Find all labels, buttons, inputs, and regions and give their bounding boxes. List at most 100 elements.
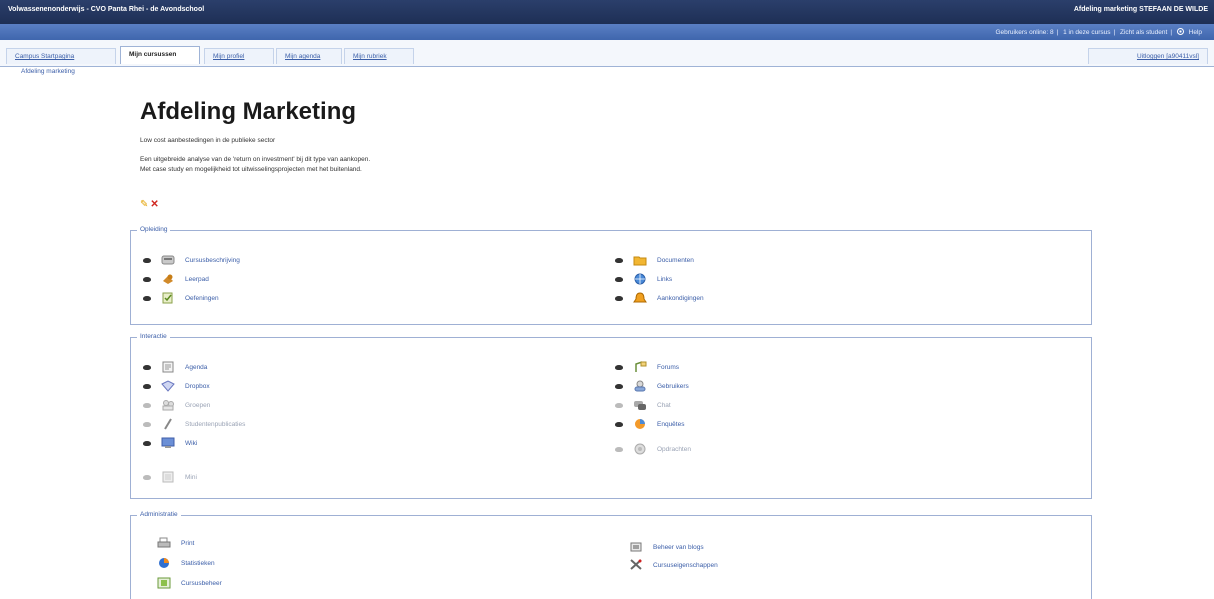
tool-mini[interactable]: Mini [143, 470, 197, 484]
groups-icon [161, 399, 175, 411]
visibility-eye-icon[interactable] [143, 440, 151, 446]
chat-icon [633, 399, 647, 411]
statistics-icon [157, 557, 171, 569]
tool-label: Agenda [185, 363, 208, 371]
blogs-icon [629, 541, 643, 553]
tool-course-settings[interactable]: Cursusbeheer [157, 576, 222, 590]
visibility-eye-icon[interactable] [615, 364, 623, 370]
tool-label: Dropbox [185, 382, 210, 390]
course-subtitle: Low cost aanbestedingen in de publieke s… [140, 137, 276, 144]
section-opleiding: Opleiding Cursusbeschrijving Leerpad Oef… [130, 226, 1092, 325]
tool-exercises[interactable]: Oefeningen [143, 291, 219, 305]
tool-label: Links [657, 275, 673, 283]
folder-icon [633, 254, 647, 266]
exercises-icon [161, 292, 175, 304]
visibility-eye-icon[interactable] [143, 295, 151, 301]
tool-label: Mini [185, 473, 197, 481]
tool-wiki[interactable]: Wiki [143, 436, 197, 450]
tool-label: Leerpad [185, 275, 209, 283]
in-course-link[interactable]: 1 in deze cursus [1060, 29, 1113, 36]
visibility-eye-icon[interactable] [615, 383, 623, 389]
tool-dropbox[interactable]: Dropbox [143, 379, 210, 393]
tab-bar: Campus Startpagina Mijn cursussen Mijn p… [0, 40, 1214, 67]
tool-assignments[interactable]: Opdrachten [615, 442, 691, 456]
tool-users[interactable]: Gebruikers [615, 379, 689, 393]
course-description-icon [161, 254, 175, 266]
section-administratie: Administratie Print Statistieken Cursusb… [130, 511, 1092, 599]
tool-label: Groepen [185, 401, 211, 409]
visibility-eye-icon[interactable] [615, 446, 623, 452]
tool-student-publications[interactable]: Studentenpublicaties [143, 417, 245, 431]
tab-campus-start[interactable]: Campus Startpagina [6, 48, 116, 64]
delete-icon[interactable]: ✕ [150, 199, 158, 210]
tool-agenda[interactable]: Agenda [143, 360, 207, 374]
tool-label: Oefeningen [185, 294, 219, 302]
tab-my-courses[interactable]: Mijn cursussen [120, 46, 200, 64]
tool-blogs[interactable]: Beheer van blogs [629, 540, 704, 554]
page-title: Afdeling Marketing [140, 98, 357, 125]
tool-label: Chat [657, 401, 671, 409]
tool-course-properties[interactable]: Cursuseigenschappen [629, 558, 718, 572]
section-interactie: Interactie Agenda Dropbox Groepen Studen… [130, 333, 1092, 499]
header-links: Gebruikers online: 8 | 1 in deze cursus | … [992, 27, 1208, 36]
tab-my-profile[interactable]: Mijn profiel [204, 48, 274, 64]
learning-path-icon [161, 273, 175, 285]
course-properties-icon [629, 559, 643, 571]
section-legend: Administratie [137, 511, 181, 518]
tab-my-rubric[interactable]: Mijn rubriek [344, 48, 414, 64]
visibility-eye-icon[interactable] [143, 276, 151, 282]
breadcrumb[interactable]: Afdeling marketing [21, 68, 75, 75]
users-online-link[interactable]: Gebruikers online: 8 [992, 29, 1056, 36]
tool-label: Studentenpublicaties [185, 420, 246, 428]
tool-chat[interactable]: Chat [615, 398, 671, 412]
wiki-icon [161, 437, 175, 449]
site-title[interactable]: Volwassenenonderwijs - CVO Panta Rhei - … [8, 6, 204, 13]
tool-forums[interactable]: Forums [615, 360, 679, 374]
tool-label: Aankondigingen [657, 294, 704, 302]
visibility-eye-icon[interactable] [143, 383, 151, 389]
logout-link[interactable]: Uitloggen [a90411vsl] [1088, 48, 1208, 64]
help-link[interactable]: Help [1174, 27, 1208, 36]
tool-course-description[interactable]: Cursusbeschrijving [143, 253, 240, 267]
visibility-eye-icon[interactable] [615, 295, 623, 301]
tool-label: Enquêtes [657, 420, 685, 428]
tool-links[interactable]: Links [615, 272, 672, 286]
tool-label: Cursuseigenschappen [653, 561, 718, 569]
edit-icon[interactable]: ✎ [140, 199, 148, 210]
visibility-eye-icon[interactable] [615, 257, 623, 263]
tool-survey[interactable]: Enquêtes [615, 417, 684, 431]
dropbox-icon [161, 380, 175, 392]
visibility-eye-icon[interactable] [143, 364, 151, 370]
tool-label: Cursusbeschrijving [185, 256, 240, 264]
visibility-eye-icon[interactable] [143, 474, 151, 480]
tool-announcements[interactable]: Aankondigingen [615, 291, 704, 305]
tool-learning-path[interactable]: Leerpad [143, 272, 209, 286]
announcements-icon [633, 292, 647, 304]
section-legend: Interactie [137, 333, 170, 340]
tool-label: Beheer van blogs [653, 543, 704, 551]
tool-documents[interactable]: Documenten [615, 253, 694, 267]
tool-label: Forums [657, 363, 680, 371]
tab-my-agenda[interactable]: Mijn agenda [276, 48, 342, 64]
tool-label: Statistieken [181, 559, 215, 567]
view-as-student-link[interactable]: Zicht als student [1117, 29, 1170, 36]
survey-icon [633, 418, 647, 430]
visibility-eye-icon[interactable] [143, 257, 151, 263]
top-header: Volwassenenonderwijs - CVO Panta Rhei - … [0, 0, 1214, 24]
assignments-icon [633, 443, 647, 455]
tool-statistics[interactable]: Statistieken [157, 556, 215, 570]
agenda-icon [161, 361, 175, 373]
tool-groups[interactable]: Groepen [143, 398, 210, 412]
visibility-eye-icon[interactable] [143, 421, 151, 427]
visibility-eye-icon[interactable] [143, 402, 151, 408]
print-icon [157, 537, 171, 549]
tool-print[interactable]: Print [157, 536, 194, 550]
help-icon [1176, 27, 1184, 36]
course-settings-icon [157, 577, 171, 589]
visibility-eye-icon[interactable] [615, 421, 623, 427]
tool-label: Gebruikers [657, 382, 689, 390]
sub-header: Gebruikers online: 8 | 1 in deze cursus | … [0, 24, 1214, 40]
visibility-eye-icon[interactable] [615, 402, 623, 408]
visibility-eye-icon[interactable] [615, 276, 623, 282]
forums-icon [633, 361, 647, 373]
